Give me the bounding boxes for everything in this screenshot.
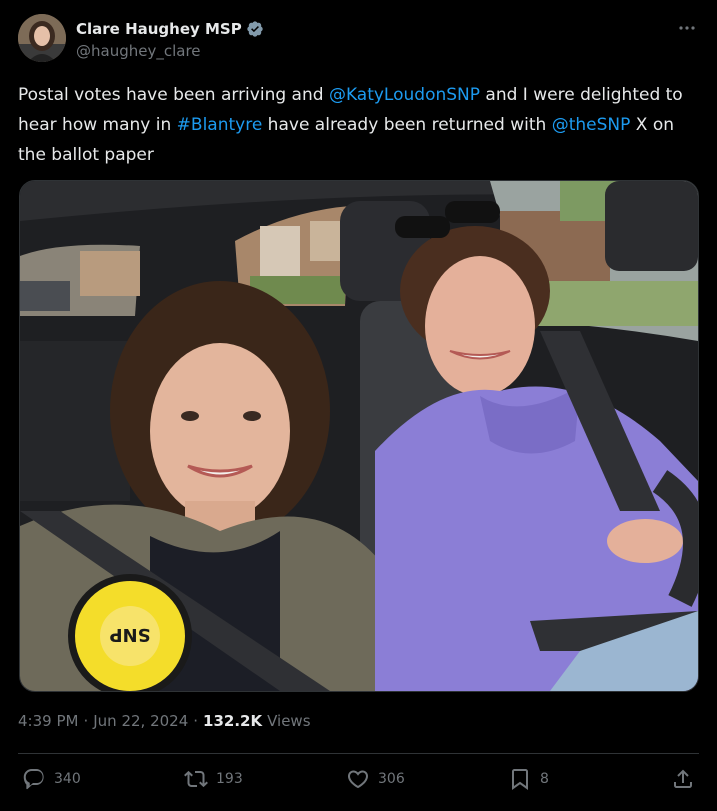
tweet-text-part: Postal votes have been arriving and xyxy=(18,85,329,105)
display-name[interactable]: Clare Haughey MSP xyxy=(76,20,242,38)
more-options-icon[interactable] xyxy=(677,18,697,38)
tweet-text: Postal votes have been arriving and @Kat… xyxy=(18,80,698,170)
reply-icon xyxy=(23,769,44,790)
share-button[interactable] xyxy=(671,767,695,791)
views-count: 132.2K xyxy=(203,712,263,730)
bookmark-icon xyxy=(512,769,528,790)
reply-button[interactable]: 340 xyxy=(22,767,81,791)
avatar[interactable] xyxy=(18,14,66,62)
rosette-label: SNP xyxy=(109,624,150,645)
tweet-photo[interactable]: SNP xyxy=(19,180,699,692)
tweet-text-part: have already been returned with xyxy=(262,115,552,135)
tweet-time[interactable]: 4:39 PM xyxy=(18,712,78,730)
meta-separator: · xyxy=(83,712,89,730)
mention-link[interactable]: @theSNP xyxy=(552,115,631,135)
mention-link[interactable]: @KatyLoudonSNP xyxy=(329,85,480,105)
divider xyxy=(18,753,699,754)
hashtag-link[interactable]: #Blantyre xyxy=(177,115,263,135)
heart-icon xyxy=(347,770,369,789)
views-label: Views xyxy=(267,712,311,730)
tweet-meta: 4:39 PM · Jun 22, 2024 · 132.2K Views xyxy=(18,712,311,730)
meta-separator: · xyxy=(193,712,199,730)
repost-count: 193 xyxy=(216,771,243,787)
tweet-header: Clare Haughey MSP @haughey_clare xyxy=(18,14,699,64)
tweet-date[interactable]: Jun 22, 2024 xyxy=(93,712,188,730)
repost-button[interactable]: 193 xyxy=(184,767,243,791)
name-row: Clare Haughey MSP xyxy=(76,20,264,38)
profile-avatar-icon xyxy=(18,14,66,62)
bookmark-button[interactable]: 8 xyxy=(508,767,549,791)
handle[interactable]: @haughey_clare xyxy=(76,42,201,60)
bookmark-count: 8 xyxy=(540,771,549,787)
reply-count: 340 xyxy=(54,771,81,787)
repost-icon xyxy=(184,770,208,788)
photo-image: SNP xyxy=(20,181,698,691)
like-button[interactable]: 306 xyxy=(346,767,405,791)
share-icon xyxy=(674,769,692,788)
like-count: 306 xyxy=(378,771,405,787)
action-bar: 340 193 306 8 xyxy=(18,767,699,799)
verified-badge-icon[interactable] xyxy=(246,20,264,38)
